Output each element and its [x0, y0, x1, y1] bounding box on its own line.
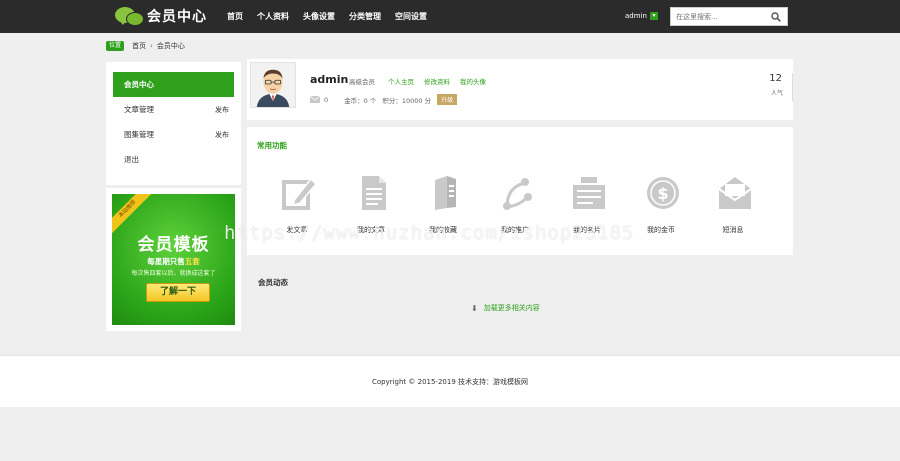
sidebar-item-label: 文章管理: [124, 105, 154, 114]
activity-title: 会员动态: [258, 278, 288, 287]
load-more-label: 加载更多相关内容: [483, 304, 540, 312]
search-icon[interactable]: [771, 12, 781, 22]
copyright-text: Copyright © 2015-2019 技术支持：游戏模板网: [371, 378, 529, 386]
top-navbar: 会员中心 首页 个人资料 头像设置 分类管理 空间设置 admin ▾: [0, 0, 900, 33]
breadcrumb: 位置 首页 › 会员中心: [106, 40, 185, 51]
arrow-down-icon: ⬇: [471, 303, 478, 313]
panel-title: 常用功能: [257, 141, 287, 150]
search-input[interactable]: [676, 11, 764, 23]
homepage-link[interactable]: 个人主页: [388, 76, 414, 86]
func-messages[interactable]: 短消息: [703, 175, 763, 235]
func-my-coins[interactable]: $ 我的金币: [631, 175, 691, 235]
card-icon: [573, 177, 605, 209]
promo-subtitle: 每星期只售五套: [147, 257, 200, 266]
my-avatar-link[interactable]: 我的头像: [460, 76, 486, 86]
search-box: [670, 7, 788, 26]
username: admin: [310, 73, 349, 86]
popularity-count: 12: [769, 73, 782, 84]
coin-balance: 金币：0 个: [344, 96, 377, 105]
load-more-link[interactable]: ⬇ 加载更多相关内容: [471, 303, 540, 313]
promo-title: 会员模板: [137, 235, 210, 255]
envelope-icon[interactable]: [310, 96, 320, 103]
nav-space-settings[interactable]: 空间设置: [395, 11, 427, 22]
svg-text:$: $: [657, 184, 668, 203]
coin-icon: $: [647, 177, 679, 209]
nav-avatar-settings[interactable]: 头像设置: [303, 11, 335, 22]
publish-gallery-link[interactable]: 发布: [215, 130, 229, 140]
promo-banner[interactable]: 本站推荐 会员模板 每星期只售五套 每次售四套以后，就换成这套了 了解一下: [106, 188, 241, 331]
share-icon: [503, 178, 532, 210]
sidebar-item-label: 图集管理: [124, 130, 154, 139]
edit-profile-link[interactable]: 修改资料: [424, 76, 450, 86]
user-avatar-icon: [251, 63, 295, 107]
sidebar-item-member-center[interactable]: 会员中心: [113, 72, 234, 97]
promo-learn-more-button[interactable]: 了解一下: [146, 283, 210, 302]
footer: Copyright © 2015-2019 技术支持：游戏模板网: [0, 355, 900, 407]
points-balance: 积分：10000 分: [382, 96, 432, 105]
nav-category-manage[interactable]: 分类管理: [349, 11, 381, 22]
user-menu[interactable]: admin: [625, 12, 647, 20]
sidebar-item-label: 会员中心: [124, 80, 154, 89]
popularity-label: 人气: [770, 90, 783, 97]
promo-banner-image: 本站推荐 会员模板 每星期只售五套 每次售四套以后，就换成这套了 了解一下: [112, 194, 235, 325]
sidebar: 会员中心 文章管理 发布 图集管理 发布 退出: [106, 62, 241, 185]
profile-card: admin 高级会员 个人主页 修改资料 我的头像 0 金币：0 个 积分：10…: [247, 59, 793, 120]
sidebar-item-label: 退出: [124, 155, 139, 164]
breadcrumb-current: 会员中心: [156, 41, 185, 50]
avatar[interactable]: [250, 62, 296, 108]
chat-bubbles-icon: [115, 5, 145, 27]
func-label: 短消息: [722, 226, 744, 234]
publish-article-link[interactable]: 发布: [215, 105, 229, 115]
main-nav: 首页 个人资料 头像设置 分类管理 空间设置: [227, 0, 441, 33]
edit-icon: [282, 177, 317, 210]
book-icon: [435, 176, 456, 210]
nav-profile[interactable]: 个人资料: [257, 11, 289, 22]
watermark: https://www.huzhan.com/ishop23185: [224, 222, 635, 244]
sidebar-item-galleries[interactable]: 图集管理 发布: [113, 122, 234, 147]
chevron-right-icon: ›: [150, 41, 153, 50]
popularity-stat: 12 人气: [769, 73, 793, 101]
nav-home[interactable]: 首页: [227, 11, 243, 22]
user-stats: 0 金币：0 个 积分：10000 分 升级: [310, 94, 458, 105]
promo-ribbon: 本站推荐: [112, 194, 154, 235]
promo-note: 每次售四套以后，就换成这套了: [131, 270, 216, 277]
sidebar-item-logout[interactable]: 退出: [113, 147, 234, 172]
message-count: 0: [324, 95, 329, 104]
logo-text: 会员中心: [147, 9, 207, 25]
sidebar-item-articles[interactable]: 文章管理 发布: [113, 97, 234, 122]
location-badge: 位置: [106, 40, 125, 51]
profile-links: 个人主页 修改资料 我的头像: [388, 76, 496, 86]
breadcrumb-home[interactable]: 首页: [132, 41, 146, 51]
func-label: 我的金币: [647, 226, 675, 234]
member-level: 高级会员: [349, 78, 375, 86]
chevron-down-icon[interactable]: ▾: [650, 12, 658, 20]
mail-icon: [718, 177, 752, 209]
upgrade-button[interactable]: 升级: [437, 94, 458, 105]
logo[interactable]: 会员中心: [115, 5, 207, 27]
document-icon: [362, 176, 386, 210]
